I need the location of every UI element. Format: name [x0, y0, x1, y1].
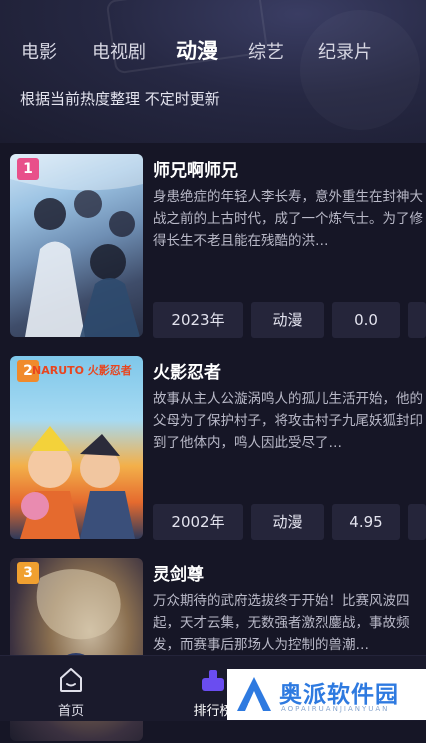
watermark-text: 奥派软件园	[279, 682, 399, 708]
score-tag: 4.95	[332, 504, 400, 540]
watermark-subtext: AOPAIRUANJIANYUAN	[281, 705, 390, 713]
genre-tag: 动漫	[251, 504, 324, 540]
year-tag: 2002年	[153, 504, 243, 540]
nav-home-label: 首页	[57, 704, 84, 719]
genre-tag: 动漫	[251, 302, 324, 338]
home-icon	[60, 668, 82, 692]
tab-variety[interactable]: 综艺	[248, 38, 284, 68]
category-tabs: 电影 电视剧 动漫 综艺 纪录片	[0, 38, 426, 70]
item-title[interactable]: 师兄啊师兄	[153, 156, 238, 181]
poster-illustration	[20, 426, 135, 539]
item-title[interactable]: 灵剑尊	[153, 560, 204, 585]
rank-badge: 3	[17, 562, 39, 584]
poster-image[interactable]: 2 NARUTO 火影忍者	[10, 356, 143, 539]
item-description: 万众期待的武府选拔终于开始！比赛风波四起，天才云集，无数强者激烈鏖战，事故频发，…	[153, 593, 410, 653]
banner-decoration-circle	[300, 10, 420, 130]
watermark-a-icon	[237, 677, 271, 711]
rank-badge: 1	[17, 158, 39, 180]
item-description: 故事从主人公漩涡鸣人的孤儿生活开始，他的父母为了保护村子，将攻击村子九尾妖狐封印…	[153, 391, 423, 451]
score-tag: 0.0	[332, 302, 400, 338]
header-banner: 电影 电视剧 动漫 综艺 纪录片 根据当前热度整理 不定时更新	[0, 0, 426, 143]
extra-tag	[408, 504, 426, 540]
year-tag: 2023年	[153, 302, 243, 338]
extra-tag	[408, 302, 426, 338]
nav-home[interactable]: 首页	[26, 656, 116, 721]
list-item[interactable]: 1 师兄啊师兄 身患绝症的年轻人李长寿，意外重生在封神大战之前的上古时代，成了一…	[10, 154, 426, 339]
item-title[interactable]: 火影忍者	[153, 358, 221, 383]
ranking-icon	[202, 670, 224, 691]
ranking-subtitle: 根据当前热度整理 不定时更新	[20, 90, 220, 108]
poster-illustration	[10, 154, 143, 337]
poster-logo-text: NARUTO 火影忍者	[32, 364, 132, 377]
poster-image[interactable]: 1	[10, 154, 143, 337]
tab-anime[interactable]: 动漫	[176, 36, 218, 66]
list-item[interactable]: 2 NARUTO 火影忍者 火影忍者 故事从主人公漩涡鸣人的孤儿生活开始，他的父…	[10, 356, 426, 541]
item-description: 身患绝症的年轻人李长寿，意外重生在封神大战之前的上古时代，成了一个炼气士。为了修…	[153, 189, 423, 249]
tab-movie[interactable]: 电影	[21, 38, 57, 68]
tab-tv-series[interactable]: 电视剧	[92, 38, 146, 68]
watermark-logo: 奥派软件园 AOPAIRUANJIANYUAN	[227, 669, 426, 720]
tab-documentary[interactable]: 纪录片	[318, 38, 372, 68]
